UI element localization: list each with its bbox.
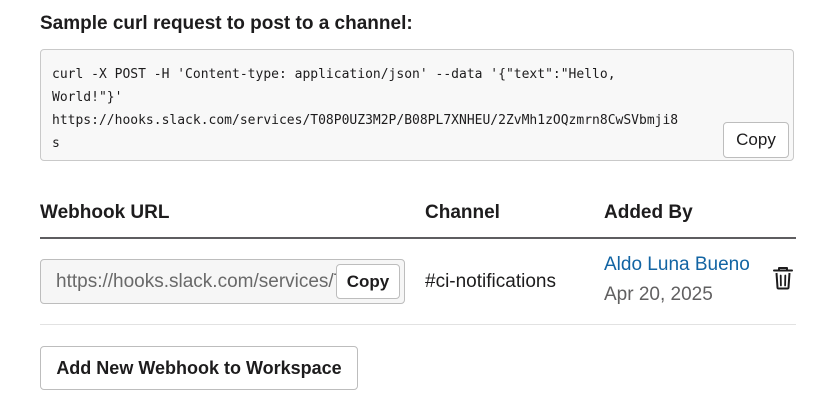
channel-name: #ci-notifications xyxy=(425,271,556,292)
added-by-user-link[interactable]: Aldo Luna Bueno xyxy=(604,254,750,276)
curl-sample-code: curl -X POST -H 'Content-type: applicati… xyxy=(52,67,679,151)
section-title: Sample curl request to post to a channel… xyxy=(40,13,413,34)
added-date: Apr 20, 2025 xyxy=(604,284,713,305)
table-row-divider xyxy=(40,324,796,325)
copy-webhook-url-button[interactable]: Copy xyxy=(336,264,400,299)
webhook-url-input[interactable] xyxy=(41,260,336,303)
trash-icon-graphic xyxy=(773,267,793,290)
add-new-webhook-button[interactable]: Add New Webhook to Workspace xyxy=(40,346,358,390)
copy-curl-button[interactable]: Copy xyxy=(723,122,789,158)
curl-sample-box: curl -X POST -H 'Content-type: applicati… xyxy=(40,49,794,161)
column-header-webhook-url: Webhook URL xyxy=(40,202,170,223)
table-header-divider xyxy=(40,237,796,239)
trash-icon[interactable] xyxy=(772,266,794,290)
column-header-channel: Channel xyxy=(425,202,500,223)
webhook-url-field: Copy xyxy=(40,259,405,304)
column-header-added-by: Added By xyxy=(604,202,693,223)
